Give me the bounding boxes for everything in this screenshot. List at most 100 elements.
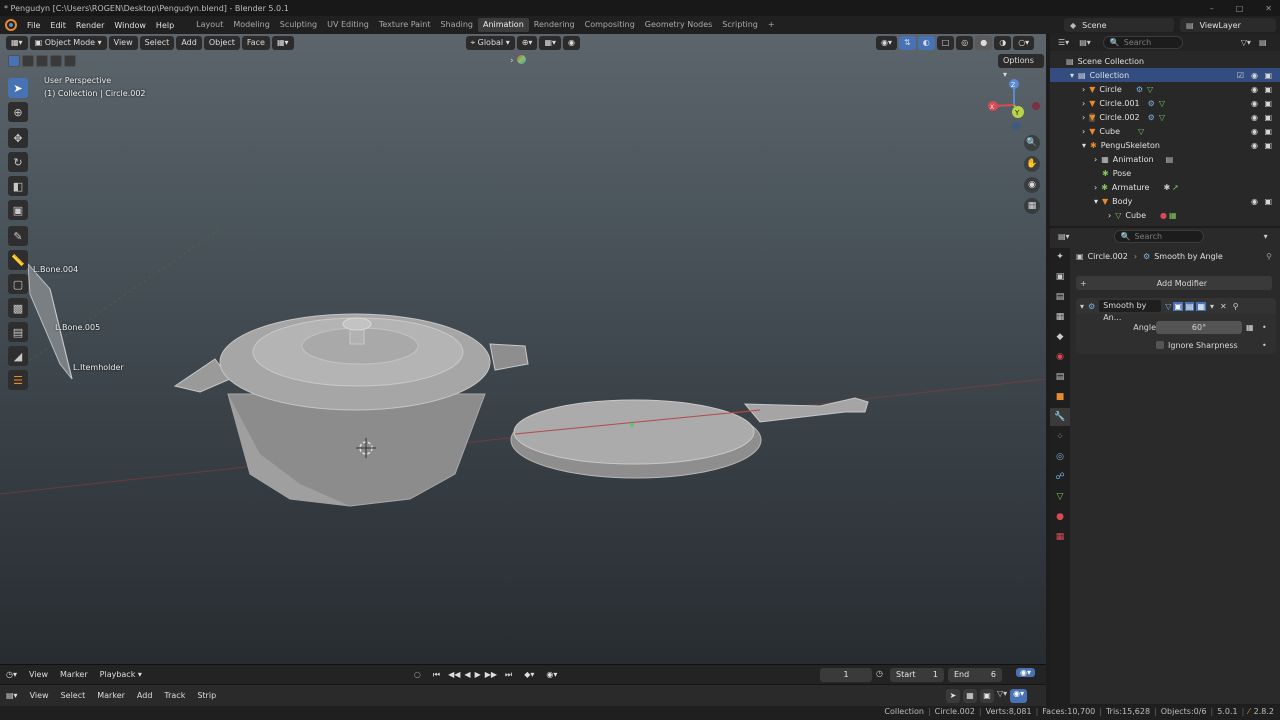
tab-sculpting[interactable]: Sculpting: [275, 18, 322, 32]
scene-selector[interactable]: ◆ Scene: [1064, 18, 1174, 32]
properties-search[interactable]: 🔍 Search: [1113, 229, 1204, 243]
select-tool-icon[interactable]: ➤: [946, 689, 960, 703]
ignore-sharpness-checkbox[interactable]: [1156, 341, 1164, 349]
tab-layout[interactable]: Layout: [191, 18, 228, 32]
new-collection-icon[interactable]: ▤: [1259, 38, 1267, 47]
measure-tool-icon[interactable]: 📏: [8, 250, 28, 270]
timeline-menu-view[interactable]: View: [23, 670, 54, 679]
expand-arrow-icon[interactable]: ›: [1082, 99, 1085, 108]
eye-icon[interactable]: ◉: [1251, 141, 1258, 150]
options-dropdown[interactable]: Options ▾: [998, 54, 1044, 79]
next-keyframe-icon[interactable]: ▶▶: [483, 670, 499, 679]
play-icon[interactable]: ▶: [473, 670, 483, 679]
tab-animation[interactable]: Animation: [477, 18, 529, 32]
visibility-icon[interactable]: ◉▾: [876, 36, 897, 50]
record-icon[interactable]: ○: [408, 670, 427, 679]
render-toggle-icon[interactable]: ▦: [1196, 301, 1207, 311]
expand-arrow-icon[interactable]: ›: [1082, 85, 1085, 94]
extrude-tool-icon[interactable]: ▩: [8, 298, 28, 318]
select-intersect-icon[interactable]: [64, 55, 76, 67]
render-tab-icon[interactable]: ▣: [1050, 268, 1070, 286]
close-window-button[interactable]: ✕: [1265, 4, 1272, 13]
keyframe-dot-icon[interactable]: •: [1262, 341, 1267, 350]
snapping-icon[interactable]: ▦▾: [271, 36, 294, 50]
world-tab-icon[interactable]: ◉: [1050, 348, 1070, 366]
object-tab-icon[interactable]: ■: [1050, 388, 1070, 406]
blender-logo-icon[interactable]: [5, 19, 17, 31]
pivot-point-icon[interactable]: ⊕▾: [516, 36, 538, 50]
outliner-search[interactable]: 🔍 Search: [1102, 36, 1183, 49]
eye-icon[interactable]: ◉: [1251, 71, 1258, 80]
data-tab-icon[interactable]: ▽: [1050, 488, 1070, 506]
timeline-menu-playback[interactable]: Playback ▾: [94, 670, 148, 679]
add-workspace-button[interactable]: +: [763, 18, 780, 32]
bevel-tool-icon[interactable]: ◢: [8, 346, 28, 366]
particles-tab-icon[interactable]: ⁘: [1050, 428, 1070, 446]
camera-icon[interactable]: ▣: [1264, 85, 1272, 94]
scene-tab-icon[interactable]: ◆: [1050, 328, 1070, 346]
outliner-item[interactable]: › ▼ Circle.001 ⚙ ▽ ◉ ▣: [1050, 96, 1280, 110]
filter-icon[interactable]: ▽▾: [997, 689, 1007, 703]
eye-icon[interactable]: ◉: [1251, 197, 1258, 206]
wireframe-shading-icon[interactable]: ◎: [956, 36, 974, 50]
camera-icon[interactable]: ▣: [1264, 197, 1272, 206]
rendered-shading-icon[interactable]: ○▾: [1013, 36, 1035, 50]
annotate-tool-icon[interactable]: ✎: [8, 226, 28, 246]
outliner-item[interactable]: ▾ ▼ Body ◉ ▣: [1050, 194, 1280, 208]
expand-arrow-icon[interactable]: ›: [1094, 155, 1097, 164]
viewport-toggle-icon[interactable]: ▤: [1184, 301, 1195, 311]
camera-icon[interactable]: ▣: [1264, 71, 1272, 80]
cage-toggle-icon[interactable]: ▣: [1173, 301, 1183, 311]
filter-icon[interactable]: ▽▾: [1241, 38, 1251, 47]
tab-shading[interactable]: Shading: [435, 18, 478, 32]
eye-icon[interactable]: ◉: [1251, 85, 1258, 94]
output-tab-icon[interactable]: ▤: [1050, 288, 1070, 306]
camera-view-icon[interactable]: ◉: [1024, 177, 1040, 193]
jump-start-icon[interactable]: ⏮: [427, 670, 446, 680]
jump-end-icon[interactable]: ⏭: [499, 670, 518, 680]
xray-toggle-icon[interactable]: □: [936, 36, 955, 50]
modifier-name-field[interactable]: Smooth by An...: [1099, 300, 1162, 322]
viewport-menu-add[interactable]: Add: [176, 36, 202, 50]
perspective-toggle-icon[interactable]: ▦: [1024, 198, 1040, 214]
pin-icon[interactable]: ⚲: [1266, 252, 1272, 261]
camera-icon[interactable]: ▣: [1264, 141, 1272, 150]
constraints-tab-icon[interactable]: ☍: [1050, 468, 1070, 486]
proportional-edit-icon[interactable]: ◉: [563, 36, 580, 50]
collapse-arrow-icon[interactable]: ▾: [1080, 302, 1084, 311]
loop-cut-tool-icon[interactable]: ☰: [8, 370, 28, 390]
physics-tab-icon[interactable]: ◎: [1050, 448, 1070, 466]
sequencer-menu-view[interactable]: View: [24, 691, 55, 700]
tab-compositing[interactable]: Compositing: [580, 18, 640, 32]
expand-arrow-icon[interactable]: ▾: [1082, 141, 1086, 150]
outliner-item[interactable]: › ▼ Cube ▽ ◉ ▣: [1050, 124, 1280, 138]
select-tool-icon[interactable]: ➤: [8, 78, 28, 98]
sequencer-menu-marker[interactable]: Marker: [91, 691, 131, 700]
pan-hand-icon[interactable]: ✋: [1024, 156, 1040, 172]
camera-icon[interactable]: ▣: [1264, 113, 1272, 122]
menu-help[interactable]: Help: [151, 21, 179, 30]
sequencer-menu-track[interactable]: Track: [158, 691, 191, 700]
expand-arrow-icon[interactable]: ›: [1108, 211, 1111, 220]
select-extend-icon[interactable]: [22, 55, 34, 67]
viewport-menu-view[interactable]: View: [108, 36, 138, 50]
checkbox-icon[interactable]: ☑: [1237, 71, 1244, 80]
outliner-item[interactable]: › ▼ Circle ⚙ ▽ ◉ ▣: [1050, 82, 1280, 96]
start-frame-field[interactable]: Start 1: [890, 668, 944, 682]
material-tab-icon[interactable]: ●: [1050, 508, 1070, 526]
add-modifier-button[interactable]: + Add Modifier: [1076, 276, 1272, 290]
panel-options-icon[interactable]: ▾: [1264, 232, 1268, 241]
eye-icon[interactable]: ◉: [1251, 127, 1258, 136]
tool-tab-icon[interactable]: ✦: [1050, 248, 1070, 266]
drag-handle-icon[interactable]: ⚲: [1233, 302, 1239, 311]
sequencer-menu-add[interactable]: Add: [131, 691, 159, 700]
add-cube-tool-icon[interactable]: ▢: [8, 274, 28, 294]
cursor-tool-icon[interactable]: ⊕: [8, 102, 28, 122]
editor-type-icon[interactable]: ▦▾: [6, 36, 28, 50]
sequencer-editor-icon[interactable]: ▤▾: [0, 691, 24, 700]
material-shading-icon[interactable]: ◑: [994, 36, 1012, 50]
display-mode-icon[interactable]: ▤▾: [1079, 38, 1091, 47]
texture-tab-icon[interactable]: ▦: [1050, 528, 1070, 546]
select-box-icon[interactable]: [8, 55, 20, 67]
remove-modifier-icon[interactable]: ✕: [1220, 302, 1227, 311]
